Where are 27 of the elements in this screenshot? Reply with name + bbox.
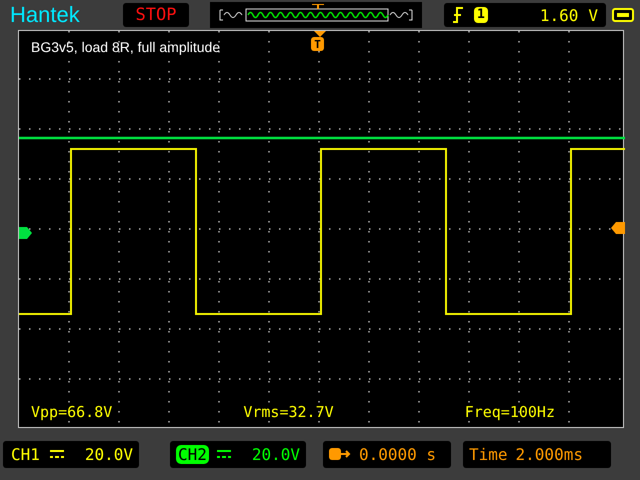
dc-coupling-icon	[216, 449, 231, 459]
trigger-unit: V	[588, 6, 598, 24]
trigger-level-marker-icon	[611, 222, 625, 234]
channel-scale: 20.0V	[252, 444, 300, 464]
measurement-readout: Vrms=32.7V	[243, 403, 334, 421]
trigger-position: 0.0000 s	[359, 444, 436, 464]
brand-logo: Hantek	[10, 2, 81, 28]
channel-scale: 20.0V	[84, 444, 133, 464]
timebase-panel[interactable]: Time 2.000ms	[463, 440, 611, 468]
timebase-value: 2.000ms	[516, 444, 583, 464]
channel-ground-marker-icon	[19, 227, 32, 239]
run-state-indicator[interactable]: STOP	[123, 3, 189, 27]
channel-scale-panel[interactable]: CH1 20.0V	[3, 440, 139, 468]
measurement-readout: Freq=100Hz	[464, 403, 555, 421]
channel-label[interactable]: CH2	[176, 444, 209, 464]
rising-edge-icon	[452, 7, 464, 23]
trigger-level: 1.60	[540, 6, 578, 24]
trigger-source: 1	[474, 7, 488, 23]
trigger-position-panel[interactable]: 0.0000 s	[323, 440, 451, 468]
channel-label[interactable]: CH1	[9, 444, 42, 464]
trigger-offset-icon	[329, 447, 351, 461]
timebase-label: Time	[469, 444, 508, 464]
channel-scale-panel[interactable]: CH2 20.0V	[170, 440, 306, 468]
battery-icon	[612, 8, 634, 22]
annotation-text: BG3v5, load 8R, full amplitude	[31, 39, 220, 55]
measurement-readout: Vpp=66.8V	[31, 403, 112, 421]
dc-coupling-icon	[50, 449, 64, 459]
